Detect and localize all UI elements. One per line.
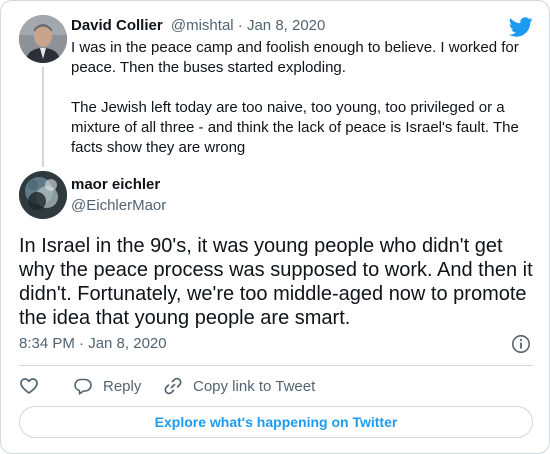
reply-label: Reply [103, 377, 142, 395]
embedded-tweet-card: David Collier @mishtal · Jan 8, 2020 I w… [0, 0, 550, 454]
copy-link-label: Copy link to Tweet [193, 377, 316, 395]
divider [19, 365, 533, 366]
speech-bubble-icon [74, 378, 92, 395]
reply-button[interactable]: Reply [73, 375, 141, 397]
twitter-bird-icon[interactable] [509, 15, 533, 39]
explore-twitter-button[interactable]: Explore what's happening on Twitter [19, 406, 533, 438]
parent-author-avatar[interactable] [19, 15, 67, 63]
tweet-timestamp[interactable]: 8:34 PM · Jan 8, 2020 [19, 334, 167, 354]
like-button[interactable] [19, 375, 39, 397]
parent-tweet-paragraph: I was in the peace camp and foolish enou… [71, 39, 519, 76]
link-icon [164, 377, 182, 395]
parent-tweet-text: I was in the peace camp and foolish enou… [71, 38, 531, 158]
parent-author-name[interactable]: David Collier [71, 17, 163, 34]
info-icon[interactable] [511, 334, 531, 354]
author-avatar[interactable] [19, 171, 67, 219]
parent-author-handle[interactable]: @mishtal [171, 17, 234, 34]
parent-separator: · [233, 17, 247, 34]
parent-tweet-paragraph: The Jewish left today are too naive, too… [71, 99, 519, 156]
copy-link-button[interactable]: Copy link to Tweet [163, 375, 315, 397]
parent-date[interactable]: Jan 8, 2020 [247, 17, 325, 34]
tweet-text: In Israel in the 90's, it was young peop… [19, 235, 533, 329]
author-handle[interactable]: @EichlerMaor [71, 196, 166, 216]
thread-connector-line [42, 67, 44, 167]
author-name[interactable]: maor eichler [71, 175, 160, 195]
heart-icon [20, 378, 38, 394]
parent-tweet-header: David Collier @mishtal · Jan 8, 2020 [71, 16, 325, 36]
